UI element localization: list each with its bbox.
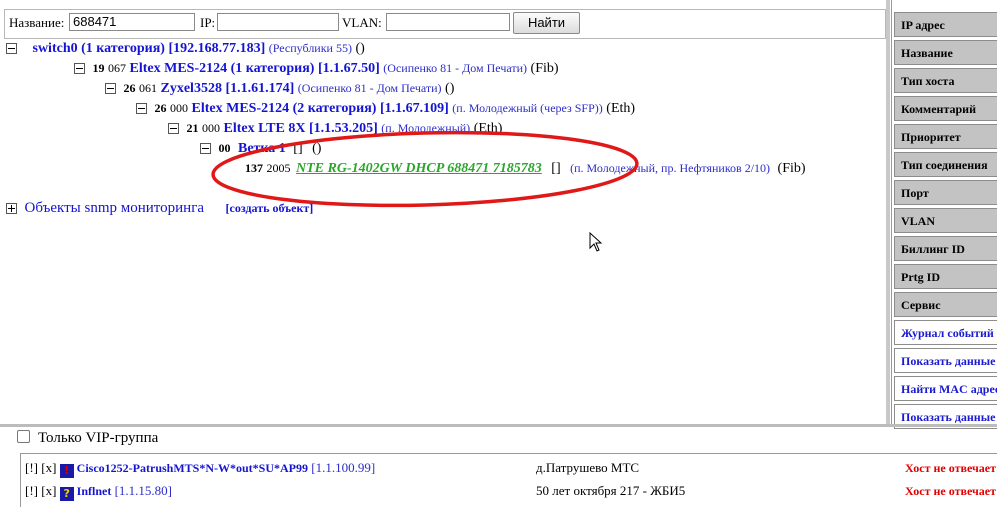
node-code: 061 bbox=[139, 81, 157, 95]
host-status: Хост не отвечает bbox=[905, 461, 996, 475]
node-ip[interactable]: [1.1.67.50] bbox=[318, 61, 380, 76]
vlan-label: VLAN: bbox=[342, 15, 382, 30]
host-ip: [1.1.100.99] bbox=[311, 460, 376, 475]
cursor-icon bbox=[589, 232, 603, 252]
node-num: 19 bbox=[92, 61, 105, 75]
node-num: 26 bbox=[154, 101, 167, 115]
remove-toggle[interactable]: [x] bbox=[41, 483, 56, 498]
list-item: [!] [x] ! Cisco1252-PatrushMTS*N-W*out*SU… bbox=[25, 460, 375, 478]
search-bar: Название: IP: VLAN: Найти bbox=[4, 9, 886, 39]
node-address: (Осипенко 81 - Дом Печати) bbox=[297, 81, 442, 95]
node-extra: () bbox=[355, 41, 365, 56]
find-mac-link[interactable]: Найти MAC адрес bbox=[894, 376, 997, 401]
tree-node-zyxel3528: 26 061 Zyxel3528 [1.1.61.174] (Осипенко … bbox=[105, 81, 454, 97]
field-port-button[interactable]: Порт bbox=[894, 180, 997, 205]
vip-checkbox[interactable] bbox=[17, 430, 30, 443]
tree-node-mes2124-1: 19 067 Eltex MES-2124 (1 категория) [1.1… bbox=[74, 61, 559, 77]
node-code: 067 bbox=[108, 61, 126, 75]
host-name-link[interactable]: Cisco1252-PatrushMTS*N-W*out*SU*AP99 bbox=[77, 461, 308, 475]
node-extra: (Fib) bbox=[777, 161, 806, 176]
node-extra: (Fib) bbox=[530, 61, 559, 76]
node-title[interactable]: Eltex MES-2124 (2 категория) bbox=[192, 101, 377, 116]
node-title[interactable]: Eltex MES-2124 (1 категория) bbox=[130, 61, 315, 76]
host-ip: [1.1.15.80] bbox=[114, 483, 173, 498]
node-address: (Осипенко 81 - Дом Печати) bbox=[383, 61, 528, 75]
highlight-ellipse bbox=[211, 130, 639, 208]
field-host-type-button[interactable]: Тип хоста bbox=[894, 68, 997, 93]
ip-label: IP: bbox=[200, 15, 216, 30]
vlan-input[interactable] bbox=[386, 13, 510, 31]
node-ip[interactable]: [1.1.67.109] bbox=[380, 101, 449, 116]
question-icon: ? bbox=[59, 487, 74, 501]
vip-filter: Только VIP-группа bbox=[17, 430, 158, 447]
node-ip[interactable]: [1.1.61.174] bbox=[225, 81, 294, 96]
host-location: 50 лет октября 217 - ЖБИ5 bbox=[536, 483, 686, 498]
show-data-link[interactable]: Показать данные bbox=[894, 348, 997, 373]
remove-toggle[interactable]: [x] bbox=[41, 460, 56, 475]
search-button[interactable]: Найти bbox=[513, 12, 580, 34]
node-num: 26 bbox=[123, 81, 136, 95]
right-panel: IP адрес Название Тип хоста Комментарий … bbox=[891, 0, 997, 429]
field-name-button[interactable]: Название bbox=[894, 40, 997, 65]
host-status: Хост не отвечает bbox=[905, 484, 996, 498]
node-extra: () bbox=[445, 81, 455, 96]
error-icon: ! bbox=[59, 464, 74, 478]
host-name-link[interactable]: Inflnet bbox=[77, 484, 112, 498]
field-comment-button[interactable]: Комментарий bbox=[894, 96, 997, 121]
node-address: (п. Молодежный (через SFP)) bbox=[452, 101, 603, 115]
horizontal-splitter[interactable] bbox=[0, 424, 997, 427]
alert-list: [!] [x] ! Cisco1252-PatrushMTS*N-W*out*SU… bbox=[20, 453, 997, 507]
expand-icon[interactable] bbox=[6, 203, 17, 215]
name-label: Название: bbox=[9, 15, 65, 30]
vip-label: Только VIP-группа bbox=[38, 430, 159, 446]
node-num: 21 bbox=[186, 121, 199, 135]
field-service-button[interactable]: Сервис bbox=[894, 292, 997, 317]
field-billing-id-button[interactable]: Биллинг ID bbox=[894, 236, 997, 261]
field-priority-button[interactable]: Приоритет bbox=[894, 124, 997, 149]
field-vlan-button[interactable]: VLAN bbox=[894, 208, 997, 233]
ip-input[interactable] bbox=[217, 13, 339, 31]
node-extra: (Eth) bbox=[606, 101, 636, 116]
snmp-objects-link[interactable]: Объекты snmp мониторинга bbox=[25, 200, 205, 216]
collapse-icon[interactable] bbox=[168, 123, 179, 135]
collapse-icon[interactable] bbox=[74, 63, 85, 75]
collapse-icon[interactable] bbox=[136, 103, 147, 115]
tree-node-mes2124-2: 26 000 Eltex MES-2124 (2 категория) [1.1… bbox=[136, 101, 635, 117]
collapse-icon[interactable] bbox=[6, 43, 17, 55]
collapse-icon[interactable] bbox=[105, 83, 116, 95]
field-ip-address-button[interactable]: IP адрес bbox=[894, 12, 997, 37]
field-prtg-id-button[interactable]: Prtg ID bbox=[894, 264, 997, 289]
node-title[interactable]: switch0 (1 категория) bbox=[33, 41, 165, 56]
node-ip[interactable]: [192.168.77.183] bbox=[168, 41, 265, 56]
event-log-link[interactable]: Журнал событий bbox=[894, 320, 997, 345]
priority-toggle[interactable]: [!] bbox=[25, 483, 38, 498]
node-title[interactable]: Zyxel3528 bbox=[161, 81, 222, 96]
node-address: (Республики 55) bbox=[268, 41, 352, 55]
host-location: д.Патрушево МТС bbox=[536, 460, 640, 475]
priority-toggle[interactable]: [!] bbox=[25, 460, 38, 475]
tree-node-switch0: switch0 (1 категория) [192.168.77.183] (… bbox=[6, 41, 365, 57]
node-code: 000 bbox=[170, 101, 188, 115]
name-input[interactable] bbox=[69, 13, 195, 31]
panel-splitter[interactable] bbox=[886, 0, 890, 424]
list-item: [!] [x] ? Inflnet [1.1.15.80] bbox=[25, 483, 172, 501]
field-connection-type-button[interactable]: Тип соединения bbox=[894, 152, 997, 177]
